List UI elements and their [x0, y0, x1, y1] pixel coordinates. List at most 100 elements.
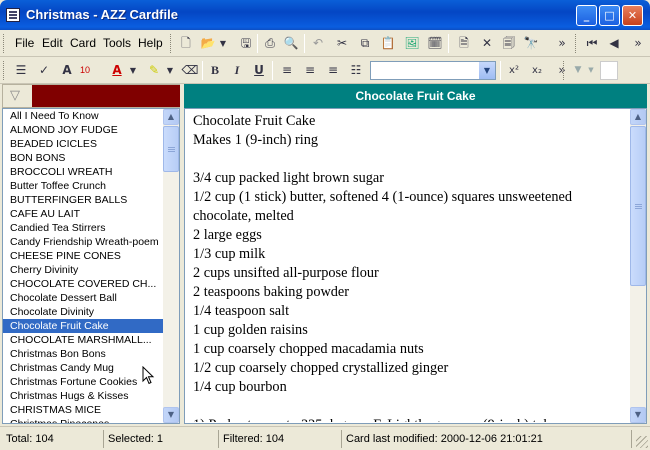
card-editor[interactable]: Chocolate Fruit Cake Makes 1 (9-inch) rin… — [184, 108, 647, 424]
spell-check-icon[interactable]: ✓ — [35, 62, 53, 79]
undo-icon[interactable]: ↶ — [309, 35, 327, 52]
editor-scroll-down-icon[interactable]: ▼ — [630, 407, 646, 423]
list-item[interactable]: BON BONS — [3, 151, 164, 165]
subscript-icon[interactable]: x₂ — [528, 62, 546, 79]
list-item[interactable]: ALMOND JOY FUDGE — [3, 123, 164, 137]
bold-icon[interactable]: B — [206, 62, 224, 79]
app-icon[interactable] — [6, 8, 20, 22]
menu-help[interactable]: Help — [138, 36, 163, 50]
filter-icon[interactable]: ▽ — [7, 89, 23, 103]
title-bar[interactable]: Christmas - AZZ Cardfile _ □ ✕ — [0, 0, 650, 30]
toolbar-chevron-icon[interactable]: » — [556, 35, 568, 52]
list-item[interactable]: Christmas Candy Mug — [3, 361, 164, 375]
card-body-text[interactable]: Chocolate Fruit Cake Makes 1 (9-inch) rin… — [193, 112, 630, 422]
highlight-dropdown-icon[interactable]: ▼ — [165, 62, 175, 79]
font-icon[interactable]: A — [58, 62, 76, 79]
list-item[interactable]: BUTTERFINGER BALLS — [3, 193, 164, 207]
paragraph-format-icon[interactable]: ☰ — [12, 62, 30, 79]
toolbar-grip[interactable] — [575, 34, 578, 53]
list-item[interactable]: Candied Tea Stirrers — [3, 221, 164, 235]
highlight-color-icon[interactable]: ✎ — [145, 62, 163, 79]
toolbar-field[interactable] — [600, 61, 618, 80]
close-button[interactable]: ✕ — [622, 5, 643, 26]
print-preview-icon[interactable]: 🔍 — [282, 35, 300, 52]
previous-card-icon[interactable]: ◀ — [605, 35, 623, 52]
filter-input[interactable] — [32, 85, 180, 107]
toolbar-grip[interactable] — [563, 61, 566, 80]
list-item[interactable]: Christmas Pinecones — [3, 417, 164, 423]
list-item[interactable]: Christmas Hugs & Kisses — [3, 389, 164, 403]
card-text-line: 1 cup golden raisins — [193, 322, 308, 338]
minimize-button[interactable]: _ — [576, 5, 597, 26]
bullet-list-icon[interactable]: ☷ — [347, 62, 365, 79]
resize-grip[interactable] — [636, 436, 648, 448]
format-toolbar-chevron-icon[interactable]: » — [556, 62, 568, 79]
italic-icon[interactable]: I — [228, 62, 246, 79]
toolbar-grip[interactable] — [170, 34, 173, 53]
maximize-button[interactable]: □ — [599, 5, 620, 26]
filter-dropdown-icon[interactable]: ▼ — [569, 62, 587, 79]
print-icon[interactable]: ⎙ — [261, 35, 279, 52]
card-text-line: 3/4 cup packed light brown sugar — [193, 170, 384, 186]
editor-scroll-up-icon[interactable]: ▲ — [630, 109, 646, 125]
list-item[interactable]: CHOCOLATE COVERED CH... — [3, 277, 164, 291]
menu-edit[interactable]: Edit — [42, 36, 63, 50]
editor-scroll-thumb[interactable] — [630, 126, 646, 286]
insert-date-icon[interactable]: 🗓 — [426, 35, 444, 52]
font-color-dropdown-icon[interactable]: ▼ — [128, 62, 138, 79]
scroll-down-icon[interactable]: ▼ — [163, 407, 179, 423]
list-item[interactable]: All I Need To Know — [3, 109, 164, 123]
menu-card[interactable]: Card — [70, 36, 96, 50]
underline-icon[interactable]: U — [250, 62, 268, 79]
list-item[interactable]: Chocolate Divinity — [3, 305, 164, 319]
list-item[interactable]: CHEESE PINE CONES — [3, 249, 164, 263]
list-item[interactable]: Christmas Bon Bons — [3, 347, 164, 361]
font-color-icon[interactable]: A — [108, 62, 126, 79]
align-left-icon[interactable]: ≡ — [278, 62, 296, 79]
new-card-icon[interactable]: 🗎 — [455, 35, 473, 52]
list-item[interactable]: Butter Toffee Crunch — [3, 179, 164, 193]
list-item[interactable]: Chocolate Fruit Cake — [3, 319, 164, 333]
filter-dropdown-arrow-icon[interactable]: ▼ — [586, 62, 596, 79]
align-center-icon[interactable]: ≡ — [301, 62, 319, 79]
delete-card-icon[interactable]: ✕ — [478, 35, 496, 52]
first-card-icon[interactable]: ⏮ — [583, 35, 601, 52]
list-item[interactable]: CHOCOLATE MARSHMALL... — [3, 333, 164, 347]
paste-icon[interactable]: 📋 — [379, 35, 397, 52]
list-item[interactable]: BROCCOLI WREATH — [3, 165, 164, 179]
style-combo-arrow-icon[interactable]: ▼ — [479, 62, 495, 79]
new-file-icon[interactable]: 🗋 — [177, 35, 195, 52]
toolbar-grip[interactable] — [3, 61, 6, 80]
list-item[interactable]: CAFE AU LAIT — [3, 207, 164, 221]
card-text-line: 1/2 cup coarsely chopped crystallized gi… — [193, 360, 449, 376]
align-right-icon[interactable]: ≡ — [324, 62, 342, 79]
find-icon[interactable]: 🔭 — [522, 35, 540, 52]
scroll-up-icon[interactable]: ▲ — [163, 109, 179, 125]
list-item[interactable]: Cherry Divinity — [3, 263, 164, 277]
open-dropdown-icon[interactable]: ▼ — [218, 35, 228, 52]
superscript-icon[interactable]: x² — [505, 62, 523, 79]
save-icon[interactable]: 🖫 — [237, 35, 255, 52]
list-item[interactable]: CHRISTMAS MICE — [3, 403, 164, 417]
card-properties-icon[interactable]: 🗐 — [500, 35, 518, 52]
open-folder-icon[interactable]: 📂 — [199, 35, 217, 52]
editor-scrollbar[interactable]: ▲ ▼ — [630, 109, 646, 423]
list-item[interactable]: BEADED ICICLES — [3, 137, 164, 151]
menu-file[interactable]: File — [15, 36, 34, 50]
toolbar-grip[interactable] — [3, 34, 6, 53]
card-list-scrollbar[interactable]: ▲ ▼ — [163, 109, 179, 423]
clear-format-icon[interactable]: ⌫ — [181, 62, 199, 79]
list-item[interactable]: Candy Friendship Wreath-poem — [3, 235, 164, 249]
insert-picture-icon[interactable]: 🖼 — [403, 35, 421, 52]
card-text-line: 2 large eggs — [193, 227, 262, 243]
style-combo[interactable]: ▼ — [370, 61, 496, 80]
copy-icon[interactable]: ⧉ — [356, 35, 374, 52]
list-item[interactable]: Chocolate Dessert Ball — [3, 291, 164, 305]
list-item[interactable]: Christmas Fortune Cookies — [3, 375, 164, 389]
cut-icon[interactable]: ✂ — [333, 35, 351, 52]
menu-tools[interactable]: Tools — [103, 36, 131, 50]
toolbar-separator — [448, 34, 449, 53]
font-size-value[interactable]: 10 — [80, 65, 90, 75]
scroll-thumb[interactable] — [163, 126, 179, 172]
nav-toolbar-chevron-icon[interactable]: » — [632, 35, 644, 52]
